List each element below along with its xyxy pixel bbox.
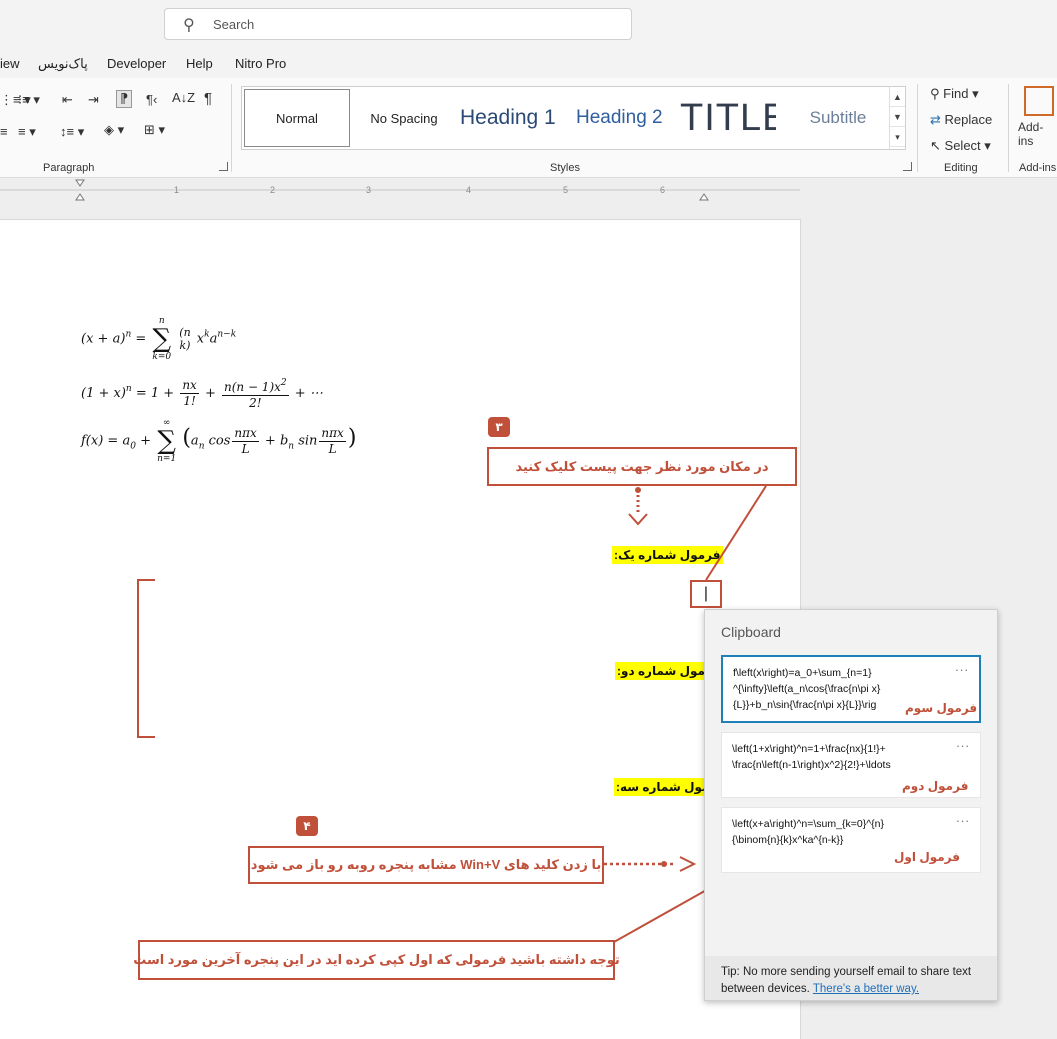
divider	[917, 84, 918, 172]
tip-link[interactable]: There's a better way.	[813, 983, 919, 995]
callout-note-order: توجه داشته باشید فرمولی که اول کپی کرده …	[133, 940, 620, 980]
styles-scroll[interactable]: ▲ ▼ ▾	[889, 87, 905, 149]
search-box[interactable]: ⚲ Search	[164, 8, 632, 40]
addins-button[interactable]: Add-ins	[1018, 120, 1057, 148]
decrease-indent-icon[interactable]: ⇤	[62, 92, 73, 108]
style-heading-2[interactable]: Heading 2	[576, 87, 672, 149]
callout-win-v: با زدن کلید های Win+V مشابه پنجره روبه ر…	[248, 846, 604, 884]
style-normal[interactable]: Normal	[244, 89, 350, 147]
more-options-icon[interactable]: ...	[956, 735, 970, 750]
scroll-down-icon[interactable]: ▼	[890, 107, 905, 127]
increase-indent-icon[interactable]: ⇥	[88, 92, 99, 108]
editing-group-label: Editing	[944, 162, 978, 174]
show-marks-icon[interactable]: ¶	[204, 90, 212, 107]
ruler[interactable]: 1 2 3 4 5 6	[0, 179, 1057, 201]
ruler-number: 5	[563, 185, 568, 195]
align-icon[interactable]: ≡ ▾	[18, 124, 36, 140]
rtl-direction-icon[interactable]: ¶‹	[146, 92, 157, 107]
clipboard-item[interactable]: \left(x+a\right)^n=\sum_{k=0}^{n} {\bino…	[721, 807, 981, 873]
document-page[interactable]: (x + a)n = n ∑ k=0 (n k) xkan−k (1 + x)n = …	[0, 219, 801, 1039]
numbering-icon[interactable]: ⁝≡ ▾	[18, 92, 40, 108]
line-spacing-icon[interactable]: ↕≡ ▾	[60, 124, 84, 140]
scroll-up-icon[interactable]: ▲	[890, 87, 905, 107]
addins-group-label: Add-ins	[1019, 162, 1057, 174]
clipboard-item-label: فرمول سوم	[905, 701, 978, 715]
style-subtitle[interactable]: Subtitle	[788, 87, 888, 149]
paragraph-group-label: Paragraph	[43, 162, 95, 174]
addins-icon[interactable]	[1024, 86, 1054, 116]
step-badge-4: ۴	[296, 816, 318, 836]
borders-icon[interactable]: ⊞ ▾	[144, 122, 165, 138]
clipboard-panel[interactable]: Clipboard f\left(x\right)=a_0+\sum_{n=1}…	[704, 609, 998, 1001]
clipboard-item[interactable]: f\left(x\right)=a_0+\sum_{n=1} ^{\infty}…	[721, 655, 981, 723]
find-icon: ⚲	[930, 86, 940, 101]
step-badge-3: ۳	[488, 417, 510, 437]
callout-click-to-paste: در مکان مورد نظر جهت پیست کلیک کنید	[487, 447, 797, 486]
shading-icon[interactable]: ◈ ▾	[104, 122, 124, 138]
more-options-icon[interactable]: ...	[956, 810, 970, 825]
menu-bar: iew پاک‌نویس Developer Help Nitro Pro	[0, 48, 1057, 78]
equation-fourier: f(x) = a0 + ∞ ∑ n=1 (an cos nπx L + bn sin nπ…	[81, 418, 357, 464]
menu-draw[interactable]: پاک‌نویس	[38, 56, 88, 72]
styles-launcher-icon[interactable]	[903, 162, 912, 171]
clipboard-item-code: \left(1+x\right)^n=1+\frac{nx}{1!}+ \fra…	[732, 743, 891, 771]
clipboard-title: Clipboard	[721, 624, 781, 640]
clipboard-item-label: فرمول دوم	[902, 779, 969, 793]
select-label: Select	[944, 138, 981, 153]
style-no-spacing[interactable]: No Spacing	[354, 87, 454, 149]
clipboard-item[interactable]: \left(1+x\right)^n=1+\frac{nx}{1!}+ \fra…	[721, 732, 981, 798]
ribbon: ⋮≡ ▾ ⁝≡ ▾ ⇤ ⇥ ⁋ ¶‹ A↓Z ¶ ≡ ≡ ▾ ↕≡ ▾ ◈ ▾ …	[0, 78, 1057, 178]
styles-gallery: Normal No Spacing Heading 1 Heading 2 TI…	[241, 86, 906, 150]
title-bar: ⚲ Search	[0, 0, 1057, 48]
paste-cursor-box: |	[690, 580, 722, 608]
clipboard-tip: Tip: No more sending yourself email to s…	[705, 956, 997, 1000]
justify-icon[interactable]: ≡	[0, 124, 8, 139]
search-icon: ⚲	[183, 17, 195, 34]
select-button[interactable]: ↖ Select ▾	[930, 138, 991, 154]
more-options-icon[interactable]: ...	[955, 659, 969, 674]
search-placeholder: Search	[213, 17, 255, 32]
equation-binomial: (x + a)n = n ∑ k=0 (n k) xkan−k	[81, 316, 237, 362]
clipboard-item-code: \left(x+a\right)^n=\sum_{k=0}^{n} {\bino…	[732, 818, 884, 846]
sort-icon[interactable]: A↓Z	[172, 90, 195, 105]
ruler-number: 4	[466, 185, 471, 195]
find-label: Find	[943, 86, 969, 101]
equation-expansion: (1 + x)n = 1 + nx 1! + n(n − 1)x2 2! + ⋯	[81, 378, 323, 410]
ruler-number: 3	[366, 185, 371, 195]
ruler-ticks: 1 2 3 4 5 6	[0, 179, 800, 201]
style-title[interactable]: TITLE	[680, 87, 776, 149]
paragraph-launcher-icon[interactable]	[219, 162, 228, 171]
styles-group-label: Styles	[550, 162, 580, 174]
menu-developer[interactable]: Developer	[107, 56, 166, 71]
ruler-number: 1	[174, 185, 179, 195]
ruler-number: 2	[270, 185, 275, 195]
menu-help[interactable]: Help	[186, 56, 213, 71]
divider	[231, 84, 232, 172]
ruler-number: 6	[660, 185, 665, 195]
divider	[1008, 84, 1009, 172]
menu-nitro-pro[interactable]: Nitro Pro	[235, 56, 286, 71]
ltr-direction-icon[interactable]: ⁋	[116, 90, 133, 108]
label-formula-one: فرمول شماره یک:	[612, 546, 723, 564]
menu-review[interactable]: iew	[0, 56, 20, 71]
find-button[interactable]: ⚲ Find ▾	[930, 86, 979, 102]
replace-icon: ⇄	[930, 112, 941, 127]
replace-label: Replace	[944, 112, 993, 127]
more-styles-icon[interactable]: ▾	[890, 127, 905, 147]
style-heading-1[interactable]: Heading 1	[460, 87, 564, 149]
clipboard-item-label: فرمول اول	[894, 850, 961, 864]
replace-button[interactable]: ⇄ Replace	[930, 112, 992, 128]
select-icon: ↖	[930, 138, 941, 153]
